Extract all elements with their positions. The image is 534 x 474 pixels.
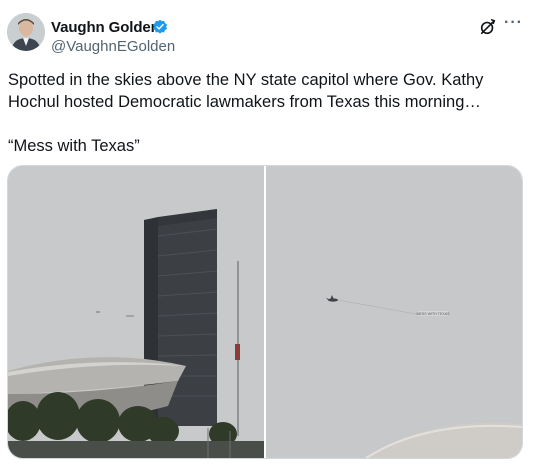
- photo-sky-banner[interactable]: MESS WITH TEXAS: [266, 166, 522, 458]
- author-handle[interactable]: @VaughnEGolden: [51, 38, 175, 55]
- post-text: Spotted in the skies above the NY state …: [8, 69, 528, 157]
- grok-icon[interactable]: [479, 18, 497, 36]
- post-text-line: Spotted in the skies above the NY state …: [8, 71, 484, 111]
- post-text-quote: “Mess with Texas”: [8, 137, 140, 155]
- photo-capitol[interactable]: [8, 166, 264, 458]
- more-options-icon[interactable]: ···: [504, 14, 523, 32]
- avatar[interactable]: [7, 13, 45, 51]
- author-name[interactable]: Vaughn Golden: [51, 19, 160, 36]
- verified-badge-icon: [153, 19, 167, 34]
- sky-banner-text: MESS WITH TEXAS: [416, 312, 450, 316]
- avatar-image: [7, 13, 45, 51]
- media-grid: MESS WITH TEXAS: [7, 165, 523, 459]
